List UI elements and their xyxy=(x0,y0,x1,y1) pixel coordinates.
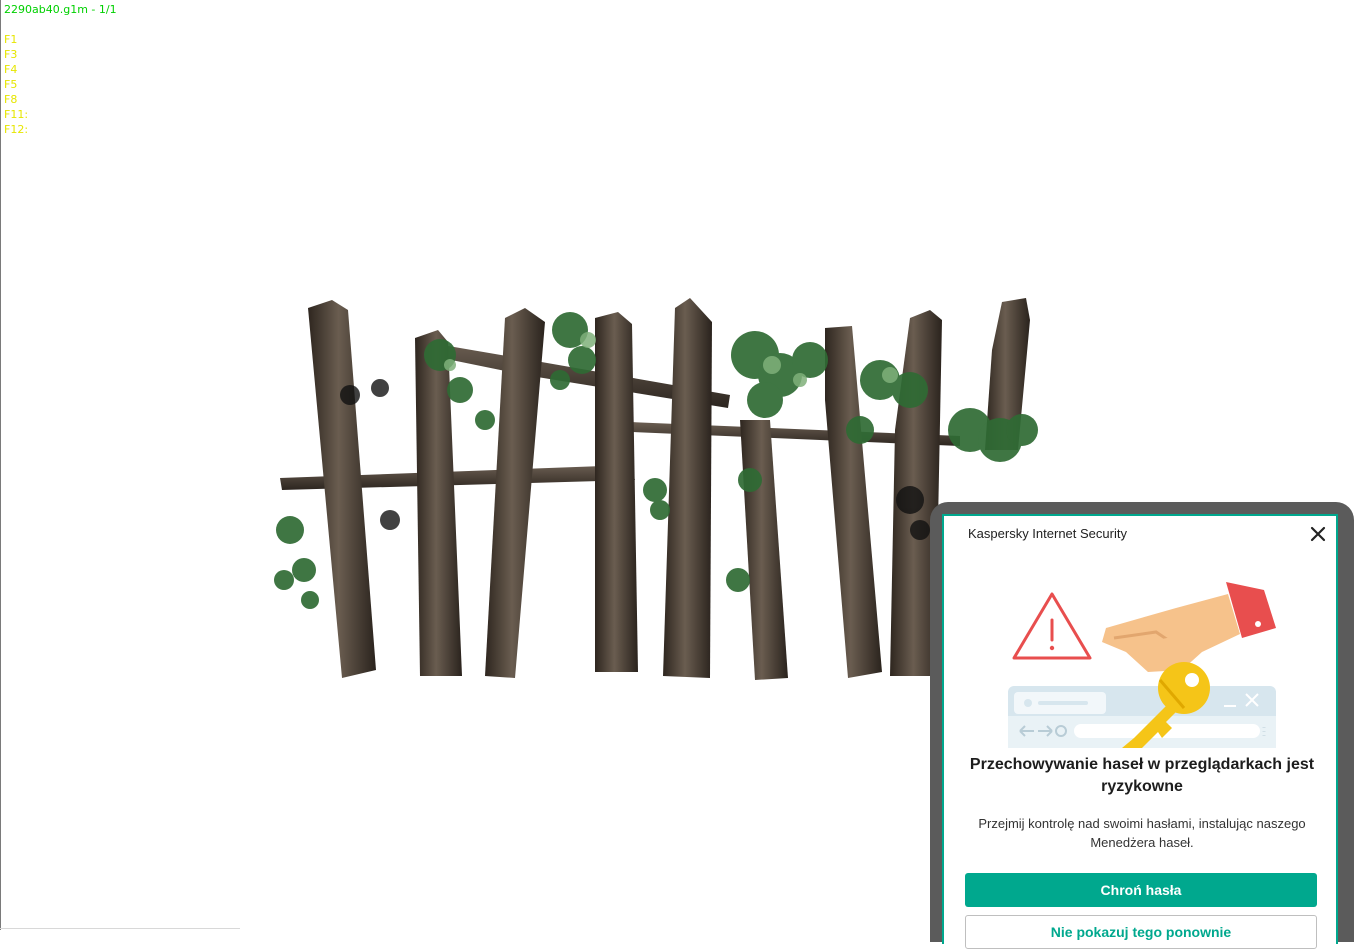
hud-key-f1: F1 xyxy=(4,33,18,46)
popup-description: Przejmij kontrolę nad swoimi hasłami, in… xyxy=(978,816,1306,850)
close-icon[interactable] xyxy=(1306,522,1330,546)
kaspersky-notification: Kaspersky Internet Security Przechowywan… xyxy=(942,514,1338,949)
model-file-title: 2290ab40.g1m - 1/1 xyxy=(4,3,117,16)
hud-key-f12: F12: xyxy=(4,123,29,136)
viewer-hud: 2290ab40.g1m - 1/1 F1 F3 F4 F5 F8 F11: F… xyxy=(4,2,117,137)
popup-app-name: Kaspersky Internet Security xyxy=(968,526,1127,541)
viewport-bottom-line xyxy=(0,928,240,929)
hud-key-f11: F11: xyxy=(4,108,29,121)
password-risk-illustration xyxy=(1008,582,1276,748)
hud-key-f5: F5 xyxy=(4,78,18,91)
hud-key-f3: F3 xyxy=(4,48,18,61)
protect-passwords-button[interactable]: Chroń hasła xyxy=(965,873,1317,907)
popup-heading: Przechowywanie haseł w przeglądarkach je… xyxy=(969,756,1315,795)
viewport-left-border xyxy=(0,0,1,930)
warning-triangle-icon xyxy=(1012,592,1092,660)
dont-show-again-button[interactable]: Nie pokazuj tego ponownie xyxy=(965,915,1317,949)
hud-key-f8: F8 xyxy=(4,93,18,106)
hud-key-f4: F4 xyxy=(4,63,18,76)
